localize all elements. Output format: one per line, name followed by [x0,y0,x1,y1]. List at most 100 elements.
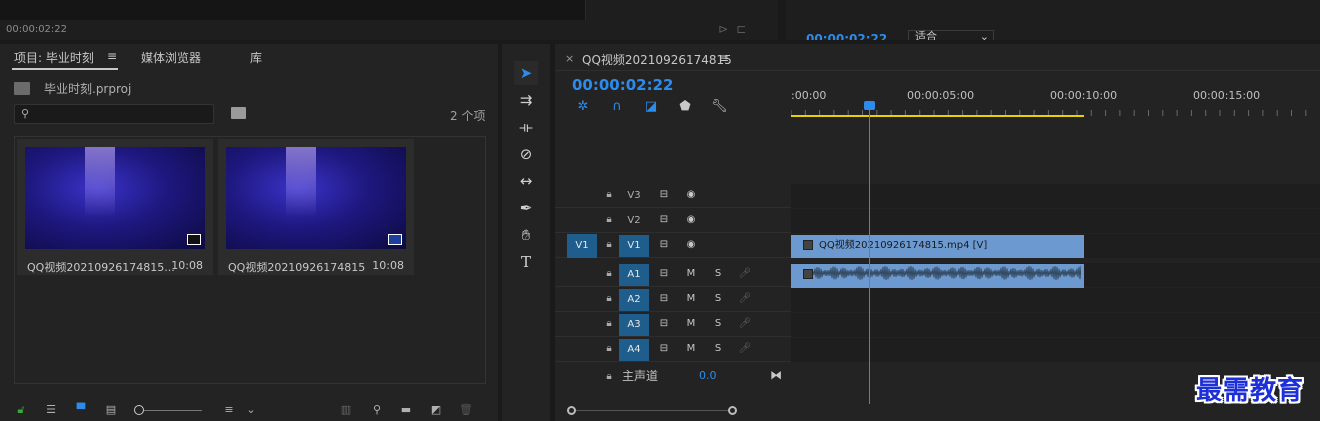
mute-button[interactable]: M [684,317,698,331]
type-tool-icon[interactable]: T [514,250,538,274]
lock-icon[interactable]: 🔒︎ [604,189,614,201]
lock-icon[interactable]: 🔒︎ [604,293,614,305]
lock-icon[interactable]: 🔒︎ [604,318,614,330]
track-lane[interactable] [791,263,1320,288]
mic-icon[interactable]: 🎤︎ [738,267,752,281]
track-lane[interactable] [791,184,1320,208]
playhead-line[interactable] [869,104,870,404]
lock-icon[interactable]: 🔓︎ [14,404,28,416]
track-name[interactable]: A4 [619,339,649,361]
icon-view-icon[interactable]: ▀ [74,404,88,416]
source-patch[interactable]: V1 [567,234,597,258]
track-select-icon[interactable]: ⇉ [514,88,538,112]
scrollbar-handle-left[interactable] [567,406,576,415]
lock-icon[interactable]: 🔒︎ [604,343,614,355]
track-name[interactable]: A2 [619,289,649,311]
mute-button[interactable]: M [684,342,698,356]
solo-button[interactable]: S [711,267,725,281]
track-lane[interactable] [791,209,1320,233]
clip-thumbnail[interactable] [25,147,205,249]
lock-icon[interactable]: 🔒︎ [604,239,614,251]
new-item-icon[interactable]: ◩ [429,404,443,416]
solo-button[interactable]: S [711,317,725,331]
lock-icon[interactable]: 🔒︎ [604,214,614,226]
insert-icon[interactable]: ⊳ [718,22,736,36]
video-clip[interactable]: QQ视频20210926174815.mp4 [V] [791,235,1084,258]
solo-button[interactable]: S [711,292,725,306]
fit-select[interactable]: 适合 ⌄ [908,30,994,40]
trash-icon[interactable]: 🗑︎ [459,404,473,416]
ripple-edit-icon[interactable]: ⟛ [514,115,538,139]
track-name[interactable]: V1 [619,235,649,257]
scrollbar-track[interactable] [573,410,733,411]
find-icon[interactable]: ⚲ [370,404,384,416]
tab-media-browser[interactable]: 媒体浏览器 [141,49,201,66]
track-lane[interactable] [791,313,1320,337]
tab-project[interactable]: 项目: 毕业时刻 [14,49,94,66]
pen-icon[interactable]: ✒ [514,196,538,220]
sync-lock-icon[interactable]: ⊟ [657,342,671,356]
track-lane[interactable] [791,338,1320,362]
lock-icon[interactable]: 🔒︎ [604,371,614,383]
source-monitor-icons[interactable]: ⊳⊏ [718,22,754,36]
work-area-bar[interactable] [791,115,1084,117]
clip-card[interactable]: QQ视频20210926174815 10:08 [218,139,414,275]
search-input[interactable]: ⚲ [14,104,214,124]
razor-icon[interactable]: ⊘ [514,142,538,166]
go-to-end-icon[interactable]: ⧓ [770,368,782,382]
eye-icon[interactable]: ◉ [684,238,698,252]
nest-icon[interactable]: ✲ [575,99,591,115]
program-timecode[interactable]: 00:00:02:22 [806,32,887,40]
eye-icon[interactable]: ◉ [684,213,698,227]
track-name[interactable]: A1 [619,264,649,286]
tab-libraries[interactable]: 库 [250,49,262,66]
chevron-down-icon[interactable]: ⌄ [244,404,258,416]
mic-icon[interactable]: 🎤︎ [738,342,752,356]
close-icon[interactable]: × [565,52,574,65]
audio-clip[interactable] [791,264,1084,288]
clip-card[interactable]: QQ视频20210926174815... 10:08 [17,139,213,275]
mute-button[interactable]: M [684,267,698,281]
sequence-tab[interactable]: QQ视频20210926174815 [582,51,732,68]
scrollbar-handle-right[interactable] [728,406,737,415]
clip-thumbnail[interactable] [226,147,406,249]
slip-icon[interactable]: ↔ [514,169,538,193]
mute-button[interactable]: M [684,292,698,306]
lock-icon[interactable]: 🔒︎ [604,268,614,280]
timeline-timecode[interactable]: 00:00:02:22 [572,76,674,94]
mic-icon[interactable]: 🎤︎ [738,317,752,331]
marker-icon[interactable]: ⬟ [677,99,693,115]
master-volume[interactable]: 0.0 [699,369,717,382]
sync-lock-icon[interactable]: ⊟ [657,238,671,252]
sync-lock-icon[interactable]: ⊟ [657,317,671,331]
wrench-icon[interactable]: 🔧︎ [711,99,728,115]
new-bin-icon[interactable]: ▬ [399,404,413,416]
playhead-handle[interactable] [864,101,875,110]
eye-icon[interactable]: ◉ [684,188,698,202]
sync-lock-icon[interactable]: ⊟ [657,292,671,306]
solo-button[interactable]: S [711,342,725,356]
selection-tool-icon[interactable]: ➤ [514,61,538,85]
snap-icon[interactable]: ∩ [609,99,625,115]
track-lane[interactable] [791,288,1320,312]
sync-lock-icon[interactable]: ⊟ [657,188,671,202]
sync-lock-icon[interactable]: ⊟ [657,213,671,227]
track-name[interactable]: A3 [619,314,649,336]
panel-menu-icon[interactable]: ≡ [107,49,117,63]
export-frame-icon[interactable]: ⊏ [736,22,754,36]
automate-icon[interactable]: ▥ [339,404,353,416]
hand-icon[interactable]: ✋︎ [514,223,538,247]
track-lane[interactable]: QQ视频20210926174815.mp4 [V] [791,234,1320,258]
freeform-view-icon[interactable]: ▤ [104,404,118,416]
track-name[interactable]: V2 [619,210,649,232]
mic-icon[interactable]: 🎤︎ [738,292,752,306]
zoom-slider-handle[interactable] [134,405,144,415]
zoom-slider-track[interactable] [144,410,202,411]
sort-icon[interactable]: ≡ [222,404,236,416]
linked-selection-icon[interactable]: ◪ [643,99,659,115]
find-bin-icon[interactable] [231,107,246,119]
list-view-icon[interactable]: ☰ [44,404,58,416]
track-name[interactable]: V3 [619,185,649,207]
sync-lock-icon[interactable]: ⊟ [657,267,671,281]
panel-menu-icon[interactable]: ≡ [719,51,729,65]
